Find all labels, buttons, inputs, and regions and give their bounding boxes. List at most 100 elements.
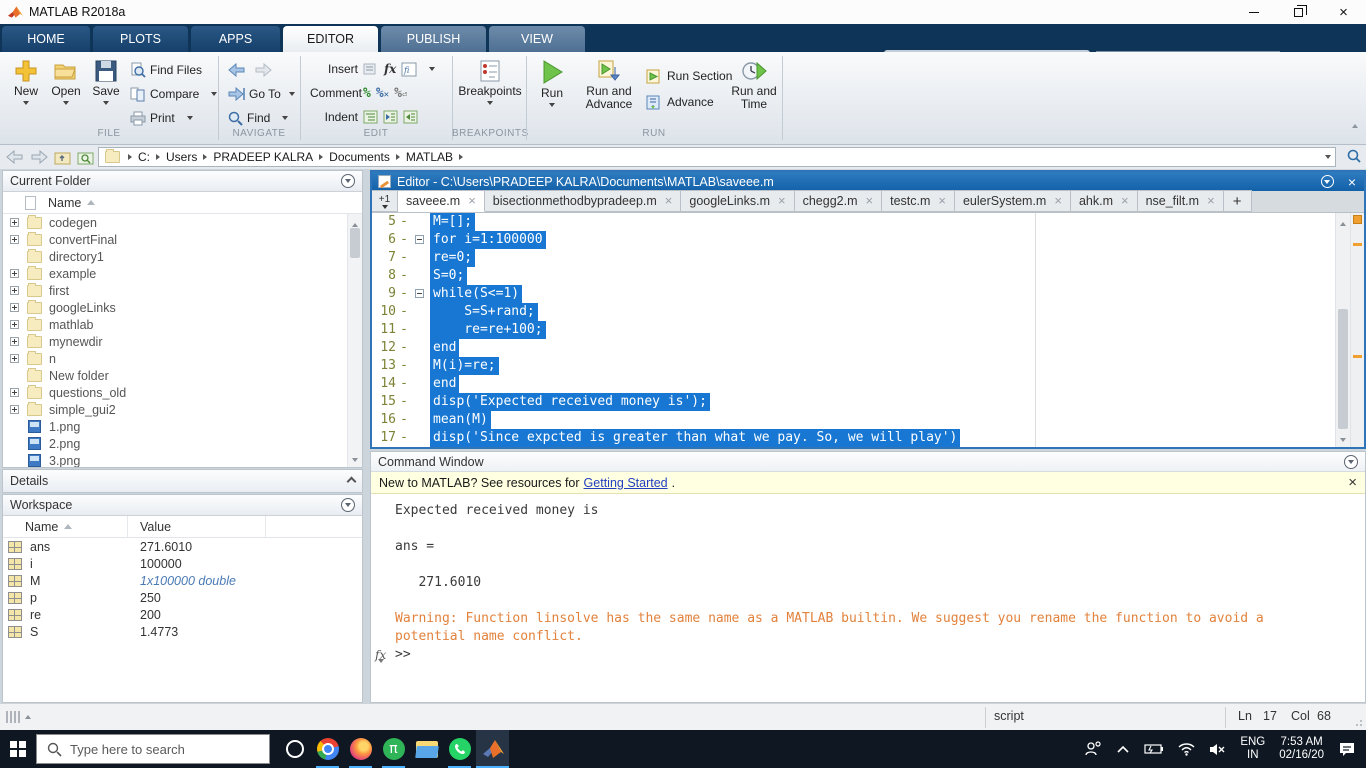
message-indicator-icon[interactable]: [1353, 215, 1362, 224]
code-line[interactable]: 15 - disp('Expected received money is');: [372, 393, 1364, 411]
code-line[interactable]: 9 - while(S<=1): [372, 285, 1364, 303]
ribbon-tab[interactable]: APPS: [191, 26, 280, 52]
folder-tree-item[interactable]: first: [3, 282, 362, 299]
resize-grip[interactable]: [1355, 719, 1363, 727]
folder-tree-item[interactable]: convertFinal: [3, 231, 362, 248]
workspace-column-header[interactable]: Name Value: [3, 516, 362, 538]
line-number[interactable]: 12: [372, 339, 396, 357]
close-tab-icon[interactable]: ×: [1054, 196, 1062, 206]
run-section-button[interactable]: Run Section: [646, 66, 732, 86]
print-button[interactable]: Print: [130, 108, 193, 128]
code-line[interactable]: 12 - end: [372, 339, 1364, 357]
insert-function-icon[interactable]: fi: [401, 62, 418, 77]
breakpoint-gutter[interactable]: -: [396, 411, 412, 429]
folder-tree-item[interactable]: 1.png: [3, 418, 362, 435]
code-line[interactable]: 5 - M=[];: [372, 213, 1364, 231]
breadcrumb-segment[interactable]: PRADEEP KALRA: [203, 150, 313, 164]
ribbon-tab[interactable]: PUBLISH: [381, 26, 486, 52]
editor-tab[interactable]: eulerSystem.m ×: [955, 190, 1071, 212]
taskbar-pi-app-icon[interactable]: π: [377, 730, 410, 768]
code-line[interactable]: 11 - re=re+100;: [372, 321, 1364, 339]
expand-icon[interactable]: [10, 235, 19, 244]
code-fold-icon[interactable]: [415, 289, 424, 298]
breakpoints-button[interactable]: Breakpoints: [459, 56, 521, 128]
line-number[interactable]: 13: [372, 357, 396, 375]
editor-tab[interactable]: bisectionmethodbypradeep.m ×: [485, 190, 682, 212]
workspace-variable-row[interactable]: i 100000: [3, 555, 362, 572]
close-tab-icon[interactable]: ×: [1121, 196, 1129, 206]
expand-icon[interactable]: [10, 320, 19, 329]
smart-indent-icon[interactable]: [363, 110, 378, 124]
breakpoint-gutter[interactable]: -: [396, 303, 412, 321]
folder-tree-item[interactable]: googleLinks: [3, 299, 362, 316]
code-line[interactable]: 8 - S=0;: [372, 267, 1364, 285]
expand-icon[interactable]: [10, 303, 19, 312]
ribbon-tab[interactable]: PLOTS: [93, 26, 188, 52]
close-tab-icon[interactable]: ×: [1207, 196, 1215, 206]
open-button[interactable]: Open: [46, 56, 86, 128]
taskbar-whatsapp-icon[interactable]: [443, 730, 476, 768]
editor-tab[interactable]: saveee.m ×: [398, 190, 485, 212]
action-center-icon[interactable]: [1338, 741, 1356, 757]
command-window-header[interactable]: Command Window: [371, 452, 1365, 472]
taskbar-cortana-icon[interactable]: [278, 730, 311, 768]
command-prompt-row[interactable]: fx >>: [395, 646, 1365, 664]
ribbon-tab[interactable]: VIEW: [489, 26, 585, 52]
wrap-comments-icon[interactable]: %⏎: [394, 86, 407, 101]
taskbar-chrome-icon[interactable]: [311, 730, 344, 768]
line-number[interactable]: 10: [372, 303, 396, 321]
line-number[interactable]: 8: [372, 267, 396, 285]
breakpoint-gutter[interactable]: -: [396, 393, 412, 411]
breakpoint-gutter[interactable]: -: [396, 285, 412, 303]
breadcrumb-segment[interactable]: C:: [128, 150, 150, 164]
collapse-details-icon[interactable]: [347, 476, 357, 486]
folder-tree-item[interactable]: 2.png: [3, 435, 362, 452]
taskbar-search[interactable]: Type here to search: [36, 734, 270, 764]
breakpoint-gutter[interactable]: -: [396, 339, 412, 357]
save-button[interactable]: Save: [86, 56, 126, 128]
code-editor[interactable]: 5 - M=[]; 6 - for i=1:100000 7 - re=0; 8: [372, 213, 1364, 447]
close-tab-icon[interactable]: ×: [778, 196, 786, 206]
restore-button[interactable]: [1276, 0, 1321, 24]
expand-icon[interactable]: [10, 286, 19, 295]
editor-tab[interactable]: googleLinks.m ×: [681, 190, 794, 212]
find-button[interactable]: Find: [228, 108, 288, 128]
panel-menu-icon[interactable]: [341, 174, 355, 188]
command-prompt[interactable]: >>: [395, 647, 411, 662]
folder-back-icon[interactable]: [6, 150, 24, 164]
editor-tab[interactable]: nse_filt.m ×: [1138, 190, 1224, 212]
indent-right-icon[interactable]: [383, 110, 398, 124]
compare-button[interactable]: Compare: [130, 84, 217, 104]
workspace-variable-row[interactable]: M 1x100000 double: [3, 572, 362, 589]
editor-scrollbar[interactable]: [1335, 213, 1350, 447]
battery-icon[interactable]: [1144, 743, 1164, 755]
code-fold-icon[interactable]: [415, 235, 424, 244]
folder-tree-item[interactable]: questions_old: [3, 384, 362, 401]
line-number[interactable]: 17: [372, 429, 396, 447]
editor-tab[interactable]: testc.m ×: [882, 190, 955, 212]
folder-column-header[interactable]: Name: [3, 192, 362, 214]
command-output[interactable]: Expected received money is ans = 271.601…: [371, 494, 1365, 664]
indent-left-icon[interactable]: [403, 110, 418, 124]
up-one-level-icon[interactable]: [54, 150, 71, 165]
expand-icon[interactable]: [10, 337, 19, 346]
editor-annotation-strip[interactable]: [1350, 213, 1364, 447]
folder-tree-item[interactable]: New folder: [3, 367, 362, 384]
show-hidden-icons-chevron[interactable]: [1116, 745, 1130, 754]
breakpoint-gutter[interactable]: -: [396, 429, 412, 447]
expand-icon[interactable]: [10, 218, 19, 227]
minimize-button[interactable]: [1231, 0, 1276, 24]
line-number[interactable]: 6: [372, 231, 396, 249]
breakpoint-gutter[interactable]: -: [396, 267, 412, 285]
volume-muted-icon[interactable]: [1209, 743, 1226, 756]
new-tab-button[interactable]: +: [1224, 190, 1252, 212]
folder-tree-item[interactable]: example: [3, 265, 362, 282]
warning-marker[interactable]: [1353, 243, 1362, 246]
line-number[interactable]: 15: [372, 393, 396, 411]
workspace-variable-row[interactable]: ans 271.6010: [3, 538, 362, 555]
forward-arrow-icon[interactable]: [254, 63, 272, 77]
close-tab-icon[interactable]: ×: [468, 196, 476, 206]
back-arrow-icon[interactable]: [228, 63, 246, 77]
breakpoint-gutter[interactable]: -: [396, 249, 412, 267]
code-line[interactable]: 7 - re=0;: [372, 249, 1364, 267]
